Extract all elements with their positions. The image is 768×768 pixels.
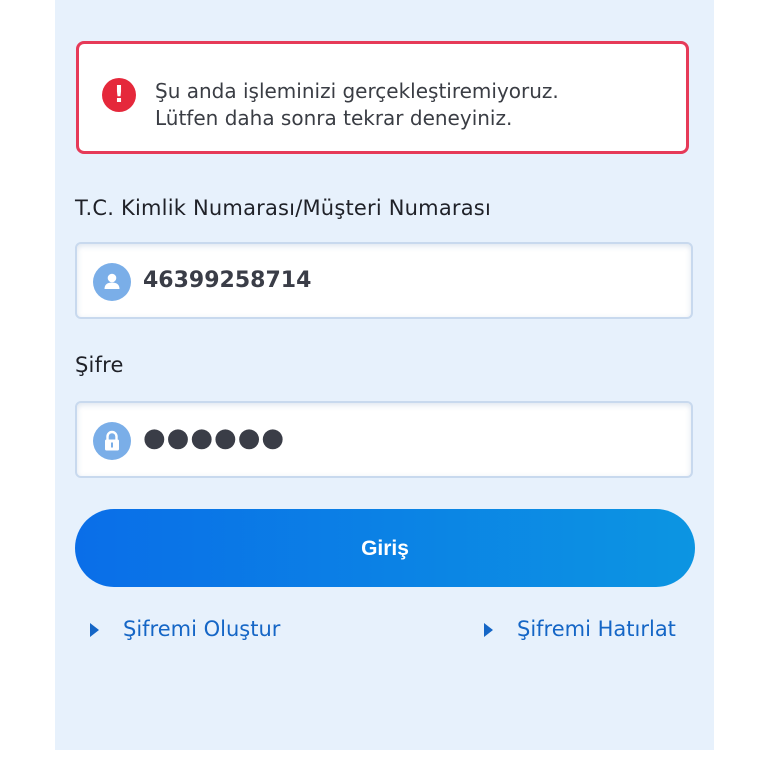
create-password-label: Şifremi Oluştur (123, 617, 281, 641)
password-label: Şifre (75, 353, 124, 377)
alert-message: Şu anda işleminizi gerçekleştiremiyoruz.… (155, 78, 675, 132)
error-exclamation-icon: ! (102, 78, 136, 112)
password-value: ●●●●●● (143, 423, 286, 453)
lock-icon (93, 422, 131, 460)
arrow-right-icon (90, 623, 99, 637)
arrow-right-icon (484, 623, 493, 637)
login-button[interactable]: Giriş (75, 509, 695, 587)
user-icon (93, 263, 131, 301)
error-alert: ! Şu anda işleminizi gerçekleştiremiyoru… (76, 41, 689, 154)
id-number-label: T.C. Kimlik Numarası/Müşteri Numarası (75, 196, 491, 220)
id-number-input[interactable]: 46399258714 (75, 242, 693, 319)
remind-password-label: Şifremi Hatırlat (517, 617, 676, 641)
id-number-value: 46399258714 (143, 268, 312, 293)
password-input[interactable]: ●●●●●● (75, 401, 693, 478)
alert-message-line-1: Şu anda işleminizi gerçekleştiremiyoruz. (155, 79, 559, 103)
alert-message-line-2: Lütfen daha sonra tekrar deneyiniz. (155, 106, 513, 130)
create-password-link[interactable]: Şifremi Oluştur (90, 613, 280, 645)
remind-password-link[interactable]: Şifremi Hatırlat (484, 613, 676, 645)
